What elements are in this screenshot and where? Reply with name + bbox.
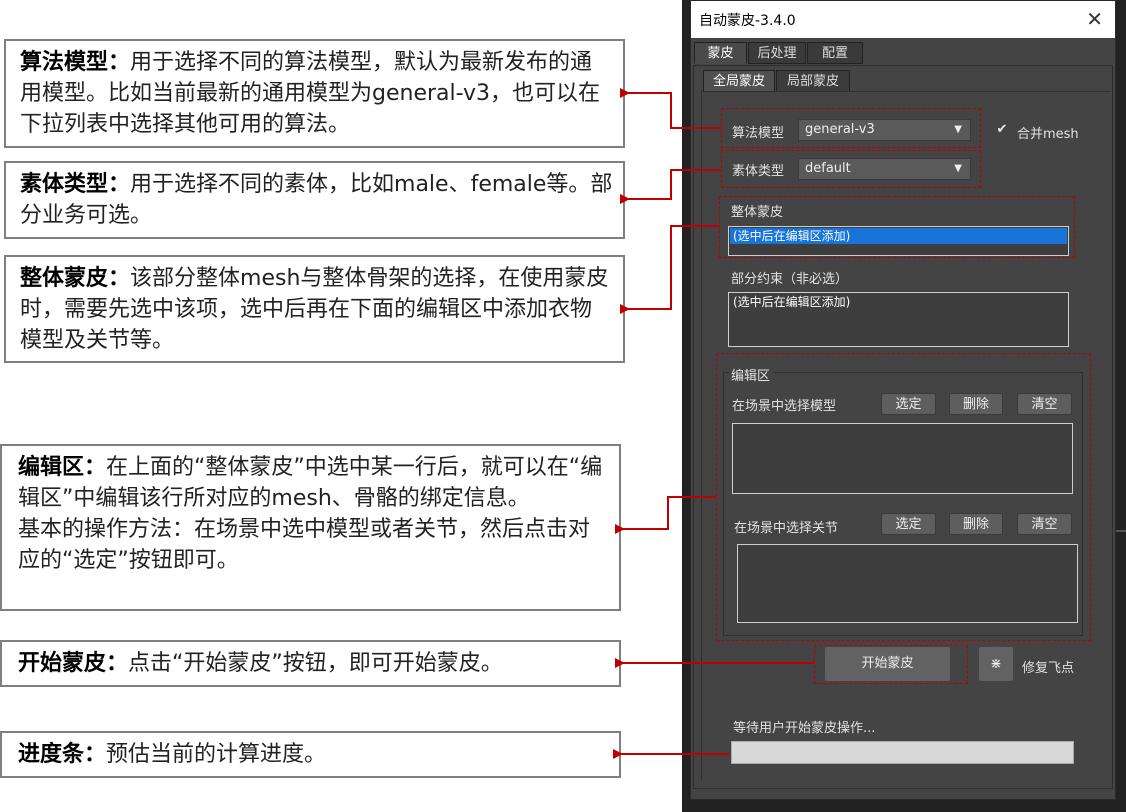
select-model-label: 在场景中选择模型	[732, 399, 837, 414]
whole-skin-list[interactable]: (选中后在编辑区添加)	[728, 226, 1069, 256]
annotation-progress: 进度条：预估当前的计算进度。	[0, 731, 621, 778]
subtab-local-skin[interactable]: 局部蒙皮	[776, 70, 850, 92]
partial-constraint-list[interactable]: (选中后在编辑区添加)	[728, 292, 1069, 347]
annotation-algorithm: 算法模型：用于选择不同的算法模型，默认为最新发布的通用模型。比如当前最新的通用模…	[4, 39, 625, 148]
annotation-body-2: 基本的操作方法：在场景中选中模型或者关节，然后点击对应的“选定”按钮即可。	[18, 517, 591, 573]
select-model-button[interactable]: 选定	[881, 393, 936, 415]
annotation-title: 素体类型：	[20, 172, 131, 197]
subtab-global-skin[interactable]: 全局蒙皮	[703, 70, 775, 92]
delete-joint-button[interactable]: 删除	[949, 513, 1003, 535]
list-item[interactable]: (选中后在编辑区添加)	[730, 294, 1067, 310]
clear-joint-button[interactable]: 清空	[1017, 513, 1072, 535]
tab-skin[interactable]: 蒙皮	[694, 42, 747, 64]
whole-skin-label: 整体蒙皮	[731, 205, 784, 220]
algorithm-select[interactable]: general-v3 ▼	[798, 119, 971, 141]
algorithm-label: 算法模型	[732, 126, 785, 141]
dialog-title: 自动蒙皮-3.4.0	[699, 13, 796, 29]
viewport-grid-line	[1116, 530, 1126, 532]
auto-skin-dialog: 自动蒙皮-3.4.0 ✕ 蒙皮 后处理 配置 全局蒙皮 局部蒙皮 算法模型 ge…	[690, 0, 1116, 800]
tab-config[interactable]: 配置	[807, 42, 863, 64]
edit-area-title: 编辑区	[731, 365, 774, 384]
merge-mesh-label: 合并mesh	[1017, 127, 1079, 142]
start-skin-button[interactable]: 开始蒙皮	[825, 647, 950, 681]
annotation-body: 在上面的“整体蒙皮”中选中某一行后，就可以在“编辑区”中编辑该行所对应的mesh…	[18, 455, 603, 511]
annotation-whole-skin: 整体蒙皮：该部分整体mesh与整体骨架的选择，在使用蒙皮时，需要先选中该项，选中…	[4, 255, 625, 363]
titlebar: 自动蒙皮-3.4.0 ✕	[691, 1, 1115, 38]
annotation-title: 进度条：	[18, 742, 107, 767]
fix-flying-points-label: 修复飞点	[1022, 661, 1075, 676]
body-type-select[interactable]: default ▼	[798, 158, 971, 180]
model-list[interactable]	[732, 423, 1073, 494]
annotation-start-skin: 开始蒙皮：点击“开始蒙皮”按钮，即可开始蒙皮。	[0, 640, 621, 687]
merge-mesh-checkbox[interactable]: ✔	[995, 123, 1009, 137]
clear-model-button[interactable]: 清空	[1017, 393, 1072, 415]
annotation-title: 开始蒙皮：	[18, 651, 129, 676]
partial-constraint-label: 部分约束（非必选）	[731, 272, 849, 287]
annotation-body: 预估当前的计算进度。	[106, 742, 327, 767]
annotation-title: 整体蒙皮：	[20, 266, 131, 291]
fix-flying-points-button[interactable]: ⋇	[979, 647, 1013, 681]
annotation-edit-area: 编辑区：在上面的“整体蒙皮”中选中某一行后，就可以在“编辑区”中编辑该行所对应的…	[0, 444, 621, 611]
algorithm-value: general-v3	[805, 122, 875, 137]
list-item[interactable]: (选中后在编辑区添加)	[730, 228, 1067, 244]
delete-model-button[interactable]: 删除	[949, 393, 1003, 415]
annotation-body: 点击“开始蒙皮”按钮，即可开始蒙皮。	[128, 651, 503, 676]
tab-postprocess[interactable]: 后处理	[748, 42, 806, 64]
body-type-value: default	[805, 161, 851, 176]
annotation-title: 算法模型：	[20, 50, 131, 75]
select-joint-button[interactable]: 选定	[881, 513, 936, 535]
body-type-label: 素体类型	[732, 164, 785, 179]
annotation-body-type: 素体类型：用于选择不同的素体，比如male、female等。部分业务可选。	[4, 161, 625, 239]
select-joint-label: 在场景中选择关节	[734, 521, 839, 536]
status-text: 等待用户开始蒙皮操作...	[733, 721, 876, 736]
annotation-title: 编辑区：	[18, 455, 107, 480]
chevron-down-icon: ▼	[954, 163, 962, 174]
sparkle-icon: ⋇	[990, 656, 1002, 672]
close-icon[interactable]: ✕	[1086, 7, 1103, 31]
joint-list[interactable]	[737, 544, 1078, 623]
chevron-down-icon: ▼	[954, 124, 962, 135]
progress-bar	[731, 741, 1074, 764]
